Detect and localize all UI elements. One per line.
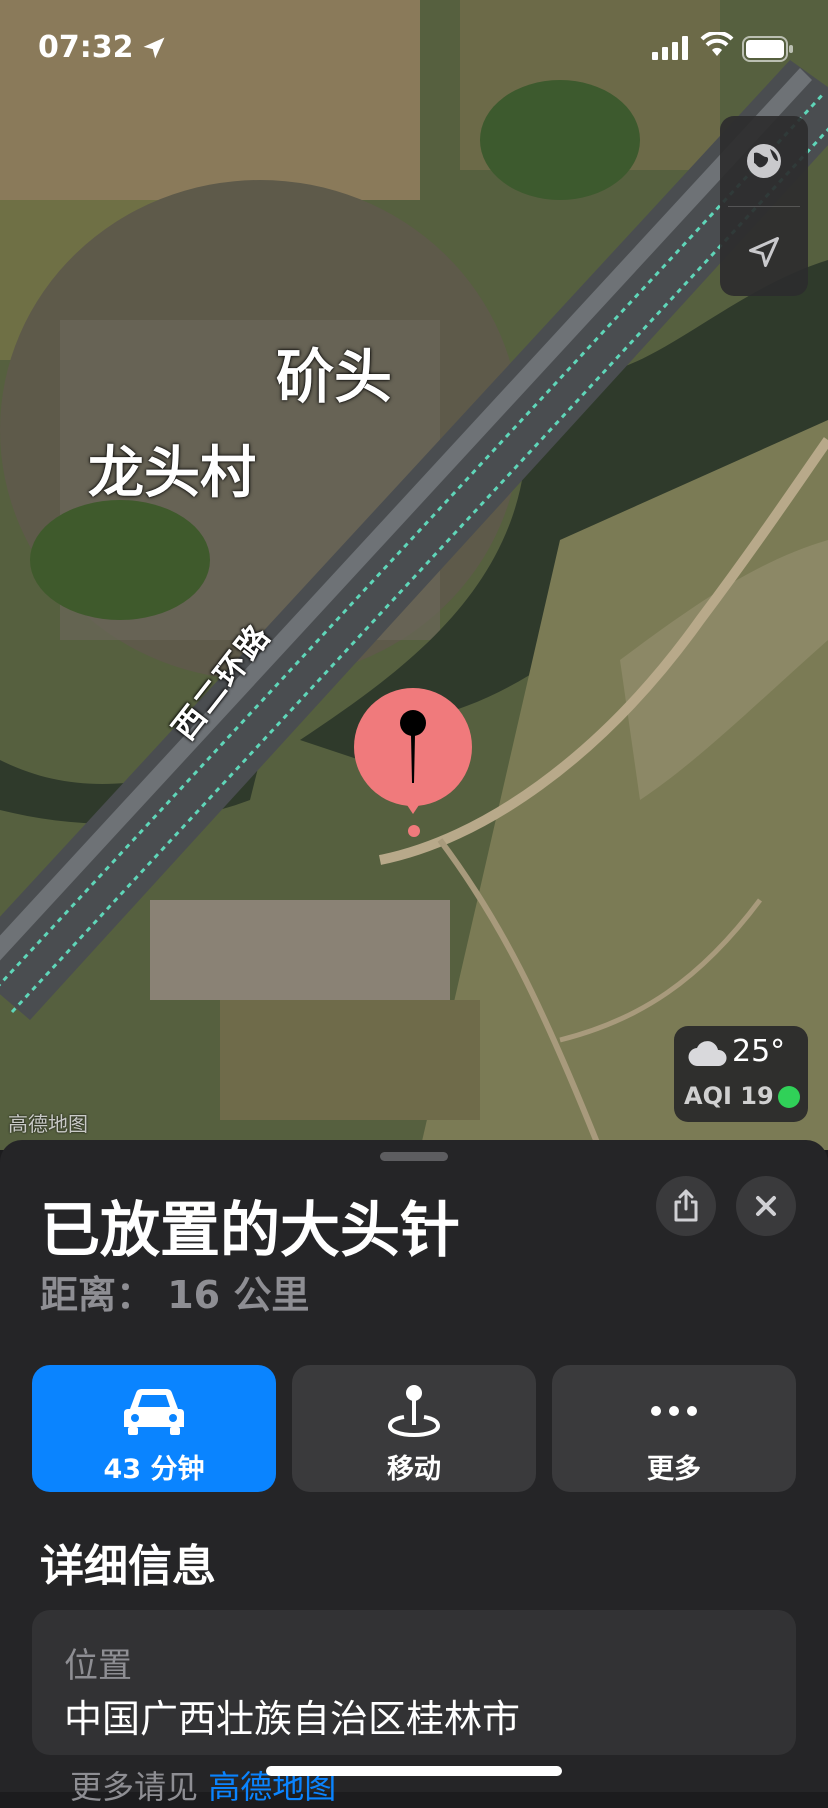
location-arrow-icon (143, 37, 165, 59)
map-label-place: 砎头 (276, 343, 393, 411)
move-label: 移动 (387, 1454, 441, 1485)
weather-widget[interactable]: 25° AQI 19 (674, 1026, 808, 1122)
move-pin-button[interactable]: 移动 (292, 1365, 536, 1492)
drive-time-label: 43 分钟 (103, 1454, 205, 1485)
share-button[interactable] (656, 1176, 716, 1236)
place-card-sheet: 已放置的大头针 距离： 16 公里 43 分钟 移动 更多 详细信息 位置 中国… (0, 1140, 828, 1806)
map-controls (720, 116, 808, 296)
map-attribution: 高德地图 (8, 1112, 88, 1136)
pin-location-dot (408, 825, 420, 837)
more-label: 更多 (647, 1454, 701, 1485)
drive-directions-button[interactable]: 43 分钟 (32, 1365, 276, 1492)
map-mode-button[interactable] (720, 116, 808, 206)
weather-temperature: 25° (732, 1034, 786, 1069)
battery-icon (742, 36, 793, 62)
more-options-button[interactable]: 更多 (552, 1365, 796, 1492)
ellipsis-icon (651, 1406, 697, 1416)
car-icon (124, 1389, 184, 1435)
details-heading: 详细信息 (40, 1541, 216, 1592)
location-value: 中国广西壮族自治区桂林市 (64, 1697, 521, 1741)
move-pin-icon (387, 1385, 441, 1438)
see-more-prefix: 更多请见 (70, 1768, 199, 1806)
status-bar: 07:32 (0, 0, 828, 100)
location-key: 位置 (64, 1646, 132, 1686)
cellular-signal-icon (652, 36, 688, 60)
aqi-status-dot (778, 1086, 800, 1108)
place-title: 已放置的大头针 (40, 1196, 460, 1266)
place-distance: 距离： 16 公里 (40, 1273, 310, 1317)
pin-pointer (401, 796, 425, 814)
home-indicator[interactable] (266, 1766, 562, 1776)
satellite-imagery (0, 0, 828, 1150)
wifi-icon (700, 32, 734, 56)
satellite-map[interactable]: 07:32 砎头 龙头村 西二环路 高德地图 25° AQI 19 (0, 0, 828, 1150)
share-icon (674, 1189, 698, 1222)
map-label-village: 龙头村 (88, 441, 256, 506)
location-card: 位置 中国广西壮族自治区桂林市 (32, 1610, 796, 1755)
dropped-pin[interactable] (354, 688, 472, 806)
pin-icon (400, 710, 426, 783)
close-icon (756, 1196, 776, 1216)
cloud-icon (688, 1041, 727, 1067)
track-location-button[interactable] (720, 207, 808, 296)
globe-icon (747, 144, 781, 178)
close-button[interactable] (736, 1176, 796, 1236)
air-quality-index: AQI 19 (684, 1082, 774, 1110)
location-arrow-icon (749, 237, 779, 267)
sheet-grabber[interactable] (380, 1152, 448, 1161)
status-time: 07:32 (38, 30, 134, 65)
